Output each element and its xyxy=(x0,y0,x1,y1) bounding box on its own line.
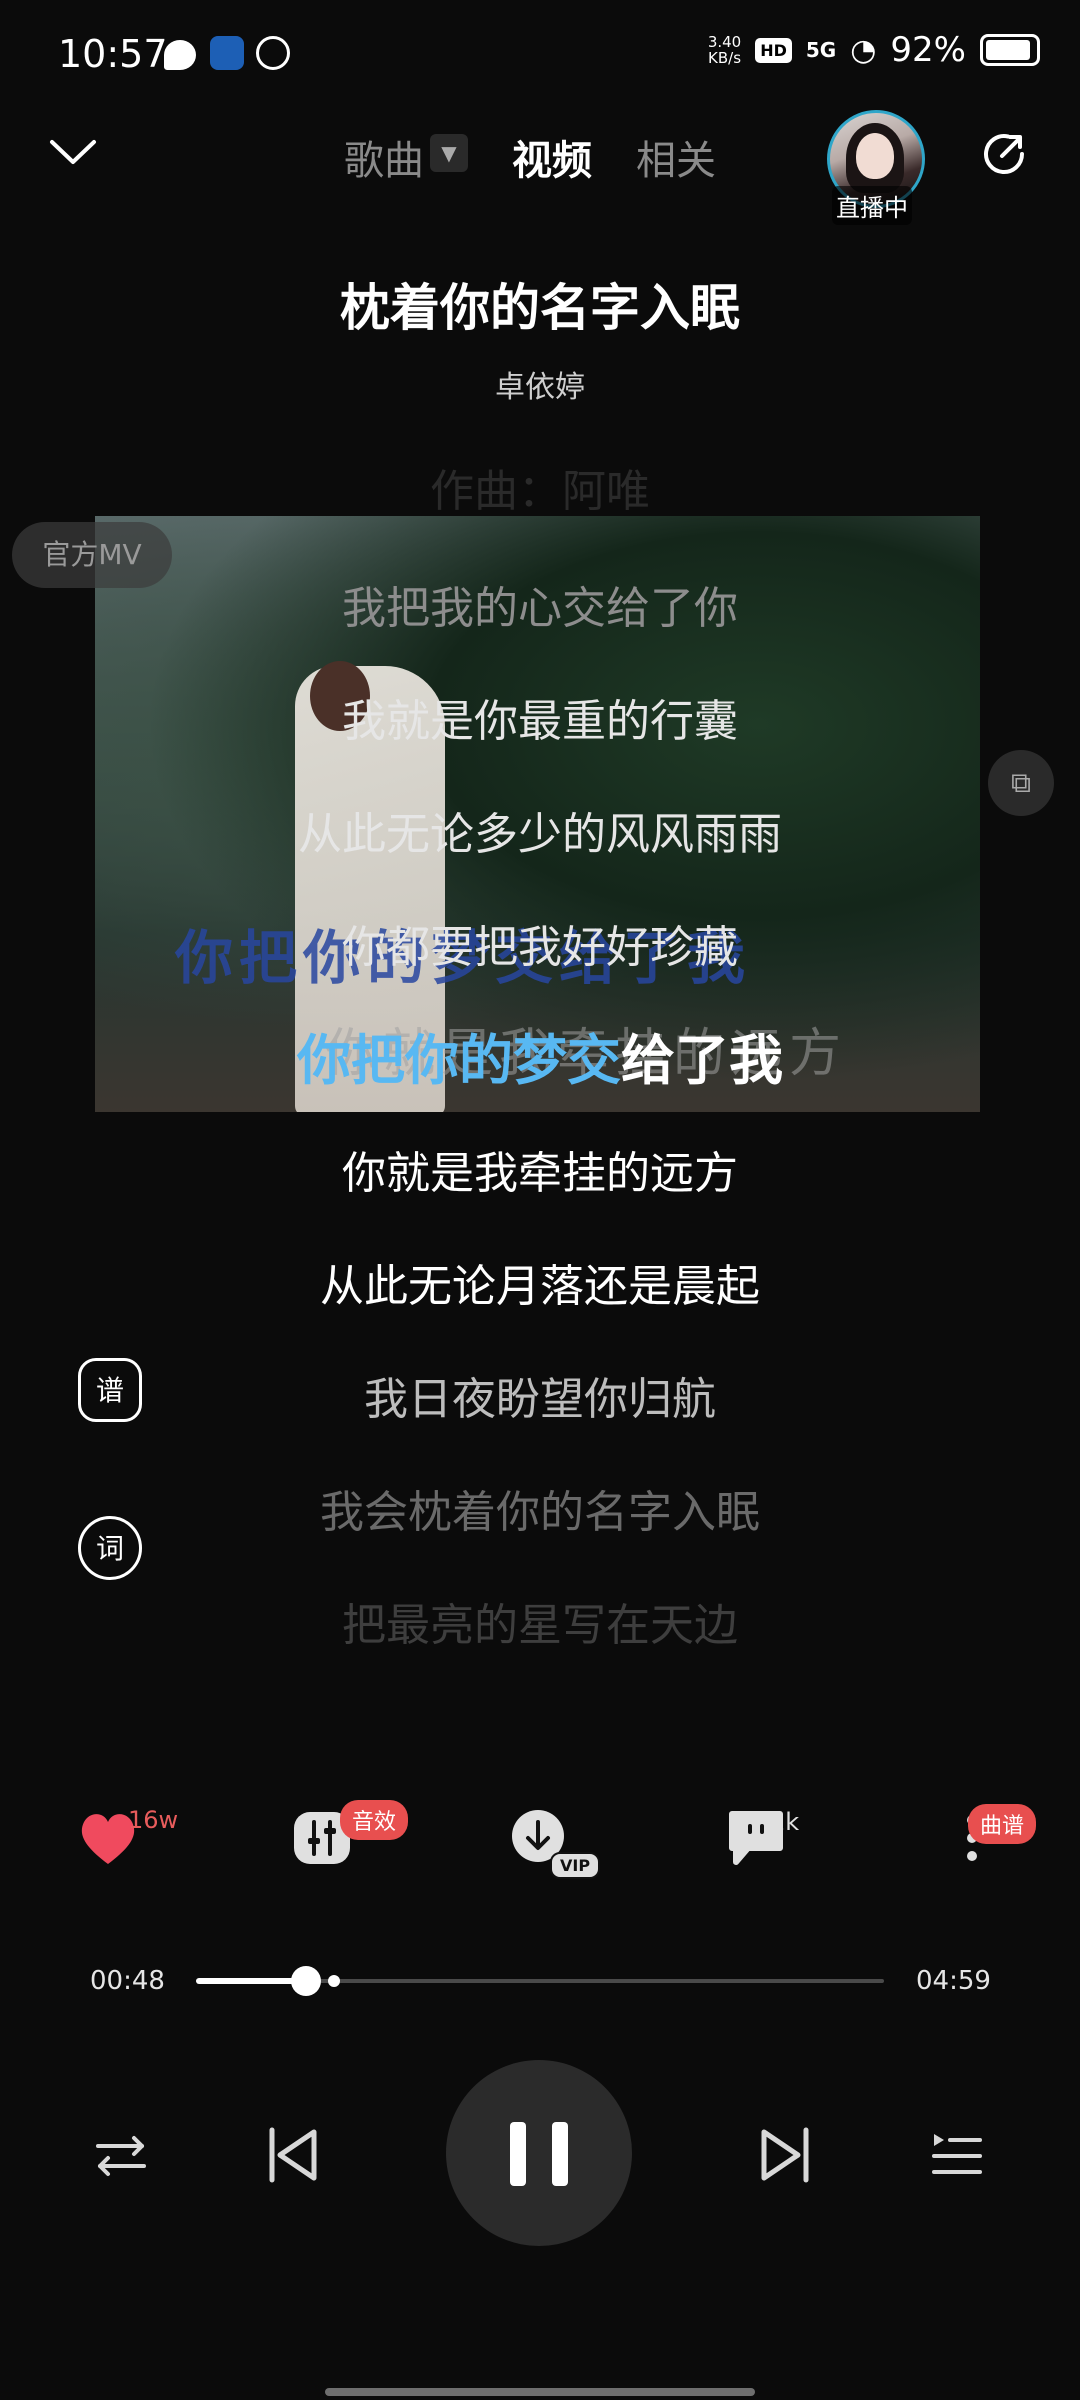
playlist-icon xyxy=(932,2134,982,2174)
share-icon xyxy=(984,134,1025,175)
sheet-badge: 曲谱 xyxy=(968,1804,1037,1844)
lyric-line[interactable]: 从此无论月落还是晨起 xyxy=(0,1230,1080,1343)
current-time: 00:48 xyxy=(90,1966,165,1996)
total-time: 04:59 xyxy=(916,1966,991,1996)
live-label: 直播中 xyxy=(832,186,912,225)
collapse-button[interactable] xyxy=(48,132,98,172)
buffer-marker xyxy=(327,1975,340,1987)
lyric-line[interactable]: 从此无论多少的风风雨雨 xyxy=(0,778,1080,891)
pause-icon xyxy=(510,2122,526,2186)
playlist-button[interactable] xyxy=(922,2120,992,2190)
battery-percent: 92% xyxy=(890,30,966,70)
skip-next-icon xyxy=(761,2127,809,2183)
lyric-line[interactable]: 我把我的心交给了你 xyxy=(0,552,1080,665)
hd-icon: HD xyxy=(755,37,792,63)
previous-button[interactable] xyxy=(258,2120,328,2190)
signal-icon: 5G xyxy=(805,38,837,62)
sheet-music-button[interactable]: 谱 xyxy=(78,1358,142,1422)
tab-related[interactable]: 相关 xyxy=(636,128,716,186)
lyric-line[interactable]: 我日夜盼望你归航 xyxy=(0,1343,1080,1456)
share-button[interactable] xyxy=(978,128,1030,180)
home-indicator[interactable] xyxy=(325,2388,755,2396)
net-speed: 3.40 KB/s xyxy=(707,33,742,67)
chevron-down-icon xyxy=(50,140,96,164)
next-button[interactable] xyxy=(750,2120,820,2190)
lyric-rest-part: 给了我 xyxy=(621,1029,783,1092)
pause-button[interactable] xyxy=(446,2060,632,2246)
repeat-icon xyxy=(96,2136,146,2176)
progress-fill xyxy=(196,1978,307,1984)
lyric-line[interactable]: 我就是你最重的行囊 xyxy=(0,665,1080,778)
effects-badge: 音效 xyxy=(340,1800,409,1840)
song-title: 枕着你的名字入眠 xyxy=(340,279,740,337)
artist-name[interactable]: 卓依婷 xyxy=(0,362,1080,406)
skip-previous-icon xyxy=(269,2127,317,2183)
lyric-line[interactable]: 我会枕着你的名字入眠 xyxy=(0,1456,1080,1569)
battery-icon xyxy=(980,34,1040,66)
lyric-sung-part: 你把你的梦交 xyxy=(297,1029,621,1092)
progress-thumb[interactable] xyxy=(291,1966,322,1996)
vip-badge: VIP xyxy=(550,1852,601,1879)
lyric-line[interactable]: 你都要把我好好珍藏 xyxy=(0,891,1080,1004)
wifi-icon: ◔ xyxy=(850,32,877,68)
circle-notification-icon xyxy=(256,36,290,70)
lyric-line[interactable]: 把最亮的星写在天边 xyxy=(0,1569,1080,1682)
like-count: 16w xyxy=(128,1806,179,1834)
app-notification-icon xyxy=(210,36,244,70)
pause-icon-bar xyxy=(552,2122,568,2186)
play-mode-button[interactable] xyxy=(86,2120,156,2190)
lyric-line-active[interactable]: 你把你的梦交给了我 xyxy=(0,1004,1080,1117)
status-time: 10:57 xyxy=(58,32,168,76)
lyrics-button[interactable]: 词 xyxy=(78,1516,142,1580)
lyric-line[interactable]: 作曲：阿唯 xyxy=(0,462,1080,552)
chat-notification-icon xyxy=(164,40,196,70)
lyric-line[interactable]: 你就是我牵挂的远方 xyxy=(0,1117,1080,1230)
like-button[interactable] xyxy=(76,1808,136,1868)
status-right: 3.40 KB/s HD 5G ◔ 92% xyxy=(708,30,1040,70)
lyrics-panel[interactable]: 作曲：阿唯 我把我的心交给了你 我就是你最重的行囊 从此无论多少的风风雨雨 你都… xyxy=(0,462,1080,1682)
comment-count: 1k xyxy=(770,1808,800,1836)
song-dropdown-icon[interactable]: ▼ xyxy=(430,134,468,172)
tab-song[interactable]: 歌曲 xyxy=(344,128,424,186)
tab-video[interactable]: 视频 xyxy=(512,128,592,186)
